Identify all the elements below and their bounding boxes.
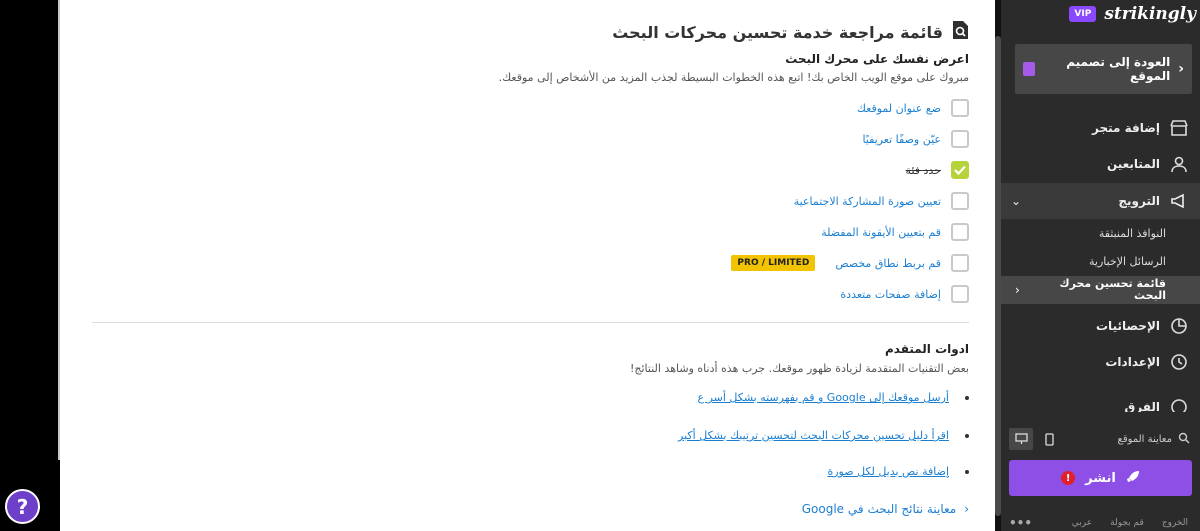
left-strip: ? (0, 0, 64, 531)
desktop-view-button[interactable] (1009, 428, 1033, 450)
search-icon (1178, 432, 1190, 447)
checklist-item-custom-domain[interactable]: قم بربط نطاق مخصص PRO / LIMITED (731, 253, 969, 273)
team-icon (1170, 398, 1188, 412)
search-doc-icon (951, 20, 969, 44)
strikingly-logo: strikingly (1104, 4, 1196, 24)
advanced-link-item[interactable]: اقرأ دليل تحسين محركات البحث لتحسين ترتي… (678, 429, 969, 442)
seo-checklist-panel: قائمة مراجعة خدمة تحسين محركات البحث اعر… (60, 0, 995, 531)
checklist-item-multiple-pages[interactable]: إضافة صفحات متعددة (840, 284, 969, 304)
document-icon (1023, 62, 1035, 76)
sidebar-item-settings[interactable]: الإعدادات (1001, 344, 1200, 380)
sidebar-item-followers[interactable]: المتابعين (1001, 146, 1200, 182)
checklist-label[interactable]: حدد فئة (906, 164, 941, 177)
help-button[interactable]: ? (5, 489, 40, 524)
desktop-icon (1014, 433, 1028, 444)
google-preview-label[interactable]: معاينة نتائج البحث في Google (802, 502, 956, 516)
bullet (965, 469, 969, 474)
pro-limited-badge: PRO / LIMITED (731, 255, 816, 271)
followers-icon (1170, 155, 1188, 173)
sidebar-subitem-newsletters[interactable]: الرسائل الإخبارية (1001, 247, 1200, 275)
submit-to-google-link[interactable]: أرسل موقعك إلى Google و قم بفهرسته بشكل … (698, 391, 949, 404)
sidebar: strikingly VIP ‹ العودة إلى تصميم الموقع… (1001, 0, 1200, 531)
publish-button[interactable]: انشر ! (1009, 460, 1192, 496)
page-title-row: قائمة مراجعة خدمة تحسين محركات البحث (612, 20, 969, 44)
google-preview-toggle[interactable]: ‹ معاينة نتائج البحث في Google (802, 502, 969, 516)
chevron-down-icon: ⌄ (1011, 194, 1022, 208)
sidebar-item-label: إضافة متجر (1092, 121, 1160, 135)
sidebar-subitem-label: قائمة تحسين محرك البحث (1059, 277, 1166, 302)
rocket-icon (1126, 469, 1140, 488)
sidebar-subitem-seo-checklist[interactable]: قائمة تحسين محرك البحث ‹ (1001, 276, 1200, 304)
sidebar-subitem-label: الرسائل الإخبارية (1088, 254, 1166, 268)
checklist-item-favicon[interactable]: قم بتعيين الأيقونة المفضلة (821, 222, 969, 242)
brand-row: strikingly VIP (1069, 4, 1196, 24)
sidebar-item-stats[interactable]: الإحصائيات (1001, 308, 1200, 344)
mobile-icon (1044, 432, 1054, 446)
alt-text-link[interactable]: إضافة نص بديل لكل صورة (827, 465, 949, 478)
publish-label: انشر (1085, 470, 1116, 486)
section-heading-advanced-tools: ادوات المتقدم (884, 342, 969, 356)
megaphone-icon (1170, 192, 1188, 210)
advanced-link-item[interactable]: أرسل موقعك إلى Google و قم بفهرسته بشكل … (698, 391, 969, 404)
stats-icon (1170, 317, 1188, 335)
checklist-item-meta-description[interactable]: عيّن وصفًا تعريفيًا (862, 129, 969, 149)
checklist-label[interactable]: قم بتعيين الأيقونة المفضلة (821, 226, 941, 239)
site-preview-row: معاينة الموقع (1001, 426, 1200, 452)
checklist-label[interactable]: ضع عنوان لموقعك (857, 102, 941, 115)
sidebar-item-label: المتابعين (1106, 157, 1160, 171)
sidebar-item-promotion[interactable]: الترويج ⌄ (1001, 183, 1200, 219)
checkmark-icon (954, 165, 966, 175)
settings-icon (1170, 353, 1188, 371)
checklist-item-social-image[interactable]: تعيين صورة المشاركة الاجتماعية (794, 191, 969, 211)
checkbox-checked[interactable] (951, 161, 969, 179)
back-to-design-label: العودة إلى تصميم الموقع (1066, 55, 1171, 83)
checkbox[interactable] (951, 192, 969, 210)
checkbox[interactable] (951, 254, 969, 272)
checkbox[interactable] (951, 130, 969, 148)
language-link[interactable]: عربي (1072, 518, 1092, 528)
sidebar-item-label: الإعدادات (1105, 355, 1160, 369)
seo-guide-link[interactable]: اقرأ دليل تحسين محركات البحث لتحسين ترتي… (678, 429, 949, 442)
mobile-view-button[interactable] (1037, 428, 1061, 450)
sidebar-item-label: الفرق (1124, 400, 1160, 412)
bullet (965, 395, 969, 400)
checklist-label[interactable]: إضافة صفحات متعددة (840, 288, 941, 301)
sidebar-footer: الخروج قم بجولة عربي ••• (1001, 514, 1200, 531)
site-preview-label[interactable]: معاينة الموقع (1118, 434, 1172, 445)
page-title: قائمة مراجعة خدمة تحسين محركات البحث (612, 22, 943, 42)
warning-icon: ! (1061, 471, 1076, 485)
section-description-advanced-tools: بعض التقنيات المتقدمة لزيادة ظهور موقعك.… (629, 362, 969, 375)
checklist-item-site-title[interactable]: ضع عنوان لموقعك (857, 98, 969, 118)
checklist-label[interactable]: قم بربط نطاق مخصص (835, 257, 941, 270)
store-icon (1170, 119, 1188, 137)
sidebar-item-label: الترويج (1118, 194, 1160, 208)
sidebar-subitem-label: النوافذ المنبثقة (1098, 226, 1166, 240)
chevron-left-icon: ‹ (1178, 61, 1184, 77)
checklist-item-category[interactable]: حدد فئة (906, 160, 969, 180)
section-heading-search-engine: اعرض نفسك على محرك البحث (785, 52, 969, 66)
logout-link[interactable]: الخروج (1162, 518, 1188, 528)
checklist-label[interactable]: عيّن وصفًا تعريفيًا (862, 133, 941, 146)
bullet (965, 433, 969, 438)
checkbox[interactable] (951, 285, 969, 303)
back-to-design-button[interactable]: ‹ العودة إلى تصميم الموقع (1015, 44, 1192, 94)
take-tour-link[interactable]: قم بجولة (1110, 518, 1144, 528)
vip-badge: VIP (1069, 6, 1097, 22)
section-divider (92, 322, 969, 323)
device-toggle (1009, 428, 1061, 450)
advanced-link-item[interactable]: إضافة نص بديل لكل صورة (827, 465, 969, 478)
chevron-left-icon: ‹ (1015, 283, 1020, 297)
section-description-search-engine: مبروك على موقع الويب الخاص بك! اتبع هذه … (498, 71, 969, 84)
sidebar-subitem-popups[interactable]: النوافذ المنبثقة (1001, 219, 1200, 247)
sidebar-item-add-store[interactable]: إضافة متجر (1001, 110, 1200, 146)
sidebar-item-team[interactable]: الفرق (1001, 386, 1200, 412)
checkbox[interactable] (951, 223, 969, 241)
chevron-left-icon: ‹ (964, 502, 969, 516)
more-options-icon[interactable]: ••• (1009, 516, 1032, 530)
sidebar-item-label: الإحصائيات (1096, 319, 1160, 333)
checklist-label[interactable]: تعيين صورة المشاركة الاجتماعية (794, 195, 941, 208)
checkbox[interactable] (951, 99, 969, 117)
